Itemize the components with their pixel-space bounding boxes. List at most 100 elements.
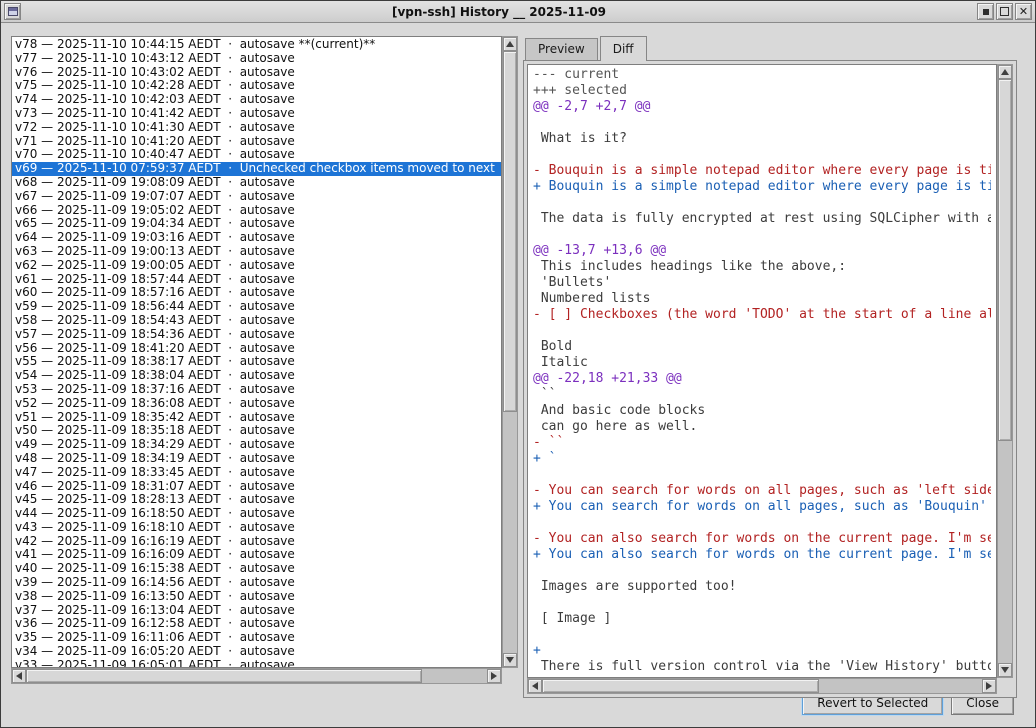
scrollbar-trough[interactable] — [26, 669, 487, 683]
history-list-item[interactable]: v33 — 2025-11-09 16:05:01 AEDT · autosav… — [15, 659, 501, 668]
history-list-item[interactable]: v69 — 2025-11-10 07:59:37 AEDT · Uncheck… — [12, 162, 501, 176]
history-list-item[interactable]: v36 — 2025-11-09 16:12:58 AEDT · autosav… — [15, 617, 501, 631]
diff-line: + ` — [533, 451, 991, 467]
history-list-item[interactable]: v68 — 2025-11-09 19:08:09 AEDT · autosav… — [15, 176, 501, 190]
history-list-item[interactable]: v78 — 2025-11-10 10:44:15 AEDT · autosav… — [15, 38, 501, 52]
scrollbar-thumb[interactable] — [503, 51, 517, 412]
diff-line: @@ -2,7 +2,7 @@ — [533, 99, 991, 115]
diff-line: Bold — [533, 339, 991, 355]
history-list-item[interactable]: v77 — 2025-11-10 10:43:12 AEDT · autosav… — [15, 52, 501, 66]
history-list-item[interactable]: v72 — 2025-11-10 10:41:30 AEDT · autosav… — [15, 121, 501, 135]
scrollbar-trough[interactable] — [542, 679, 982, 693]
history-list-item[interactable]: v55 — 2025-11-09 18:38:17 AEDT · autosav… — [15, 355, 501, 369]
scroll-down-button[interactable] — [503, 653, 517, 667]
arrow-right-icon — [986, 682, 992, 690]
scroll-up-button[interactable] — [503, 37, 517, 51]
minimize-button[interactable] — [977, 3, 994, 20]
history-list-item[interactable]: v59 — 2025-11-09 18:56:44 AEDT · autosav… — [15, 300, 501, 314]
history-list-item[interactable]: v47 — 2025-11-09 18:33:45 AEDT · autosav… — [15, 466, 501, 480]
arrow-up-icon — [1001, 69, 1009, 75]
titlebar[interactable]: [vpn-ssh] History __ 2025-11-09 ✕ — [1, 1, 1035, 23]
diff-line: And basic code blocks — [533, 403, 991, 419]
history-list-item[interactable]: v53 — 2025-11-09 18:37:16 AEDT · autosav… — [15, 383, 501, 397]
diff-vscrollbar[interactable] — [997, 64, 1013, 678]
history-list-item[interactable]: v63 — 2025-11-09 19:00:13 AEDT · autosav… — [15, 245, 501, 259]
history-list-item[interactable]: v44 — 2025-11-09 16:18:50 AEDT · autosav… — [15, 507, 501, 521]
scrollbar-thumb[interactable] — [26, 669, 422, 683]
history-list-item[interactable]: v60 — 2025-11-09 18:57:16 AEDT · autosav… — [15, 286, 501, 300]
diff-panel: Preview Diff --- current+++ selected@@ -… — [523, 36, 1017, 687]
diff-line: [ Image ] — [533, 611, 991, 627]
history-list-item[interactable]: v66 — 2025-11-09 19:05:02 AEDT · autosav… — [15, 204, 501, 218]
history-list-item[interactable]: v71 — 2025-11-10 10:41:20 AEDT · autosav… — [15, 135, 501, 149]
history-list-item[interactable]: v34 — 2025-11-09 16:05:20 AEDT · autosav… — [15, 645, 501, 659]
scroll-down-button[interactable] — [998, 663, 1012, 677]
history-list-item[interactable]: v57 — 2025-11-09 18:54:36 AEDT · autosav… — [15, 328, 501, 342]
diff-hscrollbar[interactable] — [527, 678, 997, 694]
scroll-right-button[interactable] — [487, 669, 501, 683]
window-menu-button[interactable] — [4, 3, 21, 20]
history-list-item[interactable]: v51 — 2025-11-09 18:35:42 AEDT · autosav… — [15, 411, 501, 425]
diff-line — [533, 467, 991, 483]
arrow-down-icon — [506, 657, 514, 663]
scroll-up-button[interactable] — [998, 65, 1012, 79]
maximize-button[interactable] — [996, 3, 1013, 20]
history-list-item[interactable]: v40 — 2025-11-09 16:15:38 AEDT · autosav… — [15, 562, 501, 576]
history-list-item[interactable]: v42 — 2025-11-09 16:16:19 AEDT · autosav… — [15, 535, 501, 549]
diff-line: - You can also search for words on the c… — [533, 531, 991, 547]
history-list-hscrollbar[interactable] — [11, 668, 502, 684]
minimize-icon — [983, 9, 989, 15]
arrow-left-icon — [532, 682, 538, 690]
history-list-item[interactable]: v56 — 2025-11-09 18:41:20 AEDT · autosav… — [15, 342, 501, 356]
diff-line: + You can search for words on all pages,… — [533, 499, 991, 515]
scroll-left-button[interactable] — [528, 679, 542, 693]
history-list-item[interactable]: v38 — 2025-11-09 16:13:50 AEDT · autosav… — [15, 590, 501, 604]
history-list-item[interactable]: v61 — 2025-11-09 18:57:44 AEDT · autosav… — [15, 273, 501, 287]
history-list-item[interactable]: v64 — 2025-11-09 19:03:16 AEDT · autosav… — [15, 231, 501, 245]
tab-diff[interactable]: Diff — [600, 36, 647, 61]
history-list-item[interactable]: v54 — 2025-11-09 18:38:04 AEDT · autosav… — [15, 369, 501, 383]
history-list-item[interactable]: v49 — 2025-11-09 18:34:29 AEDT · autosav… — [15, 438, 501, 452]
scrollbar-trough[interactable] — [503, 51, 517, 653]
history-list-item[interactable]: v52 — 2025-11-09 18:36:08 AEDT · autosav… — [15, 397, 501, 411]
history-list-item[interactable]: v73 — 2025-11-10 10:41:42 AEDT · autosav… — [15, 107, 501, 121]
scrollbar-thumb[interactable] — [998, 79, 1012, 441]
scroll-right-button[interactable] — [982, 679, 996, 693]
history-list-item[interactable]: v74 — 2025-11-10 10:42:03 AEDT · autosav… — [15, 93, 501, 107]
scroll-left-button[interactable] — [12, 669, 26, 683]
history-list-item[interactable]: v37 — 2025-11-09 16:13:04 AEDT · autosav… — [15, 604, 501, 618]
history-list-item[interactable]: v39 — 2025-11-09 16:14:56 AEDT · autosav… — [15, 576, 501, 590]
history-list-item[interactable]: v75 — 2025-11-10 10:42:28 AEDT · autosav… — [15, 79, 501, 93]
diff-wrap: --- current+++ selected@@ -2,7 +2,7 @@ W… — [527, 64, 1013, 694]
history-list-item[interactable]: v58 — 2025-11-09 18:54:43 AEDT · autosav… — [15, 314, 501, 328]
history-list-item[interactable]: v48 — 2025-11-09 18:34:19 AEDT · autosav… — [15, 452, 501, 466]
history-list-item[interactable]: v46 — 2025-11-09 18:31:07 AEDT · autosav… — [15, 480, 501, 494]
diff-line: +++ selected — [533, 83, 991, 99]
history-list-item[interactable]: v41 — 2025-11-09 16:16:09 AEDT · autosav… — [15, 548, 501, 562]
window-title: [vpn-ssh] History __ 2025-11-09 — [23, 5, 975, 19]
scrollbar-trough[interactable] — [998, 79, 1012, 663]
scrollbar-thumb[interactable] — [542, 679, 819, 693]
history-list-vscrollbar[interactable] — [502, 36, 518, 668]
history-list-item[interactable]: v76 — 2025-11-10 10:43:02 AEDT · autosav… — [15, 66, 501, 80]
diff-line: Images are supported too! — [533, 579, 991, 595]
history-list-item[interactable]: v67 — 2025-11-09 19:07:07 AEDT · autosav… — [15, 190, 501, 204]
maximize-icon — [1000, 7, 1009, 16]
close-button[interactable]: ✕ — [1015, 3, 1032, 20]
history-list-item[interactable]: v65 — 2025-11-09 19:04:34 AEDT · autosav… — [15, 217, 501, 231]
tab-preview[interactable]: Preview — [525, 38, 598, 60]
history-list-item[interactable]: v62 — 2025-11-09 19:00:05 AEDT · autosav… — [15, 259, 501, 273]
history-list-item[interactable]: v70 — 2025-11-10 10:40:47 AEDT · autosav… — [15, 148, 501, 162]
history-list[interactable]: v78 — 2025-11-10 10:44:15 AEDT · autosav… — [11, 36, 502, 668]
diff-line: What is it? — [533, 131, 991, 147]
window-icon — [8, 7, 18, 16]
history-list-item[interactable]: v43 — 2025-11-09 16:18:10 AEDT · autosav… — [15, 521, 501, 535]
arrow-right-icon — [491, 672, 497, 680]
diff-text[interactable]: --- current+++ selected@@ -2,7 +2,7 @@ W… — [527, 64, 997, 678]
history-list-item[interactable]: v50 — 2025-11-09 18:35:18 AEDT · autosav… — [15, 424, 501, 438]
history-list-item[interactable]: v45 — 2025-11-09 18:28:13 AEDT · autosav… — [15, 493, 501, 507]
diff-line — [533, 227, 991, 243]
diff-line: - Bouquin is a simple notepad editor whe… — [533, 163, 991, 179]
history-list-item[interactable]: v35 — 2025-11-09 16:11:06 AEDT · autosav… — [15, 631, 501, 645]
diff-line — [533, 323, 991, 339]
